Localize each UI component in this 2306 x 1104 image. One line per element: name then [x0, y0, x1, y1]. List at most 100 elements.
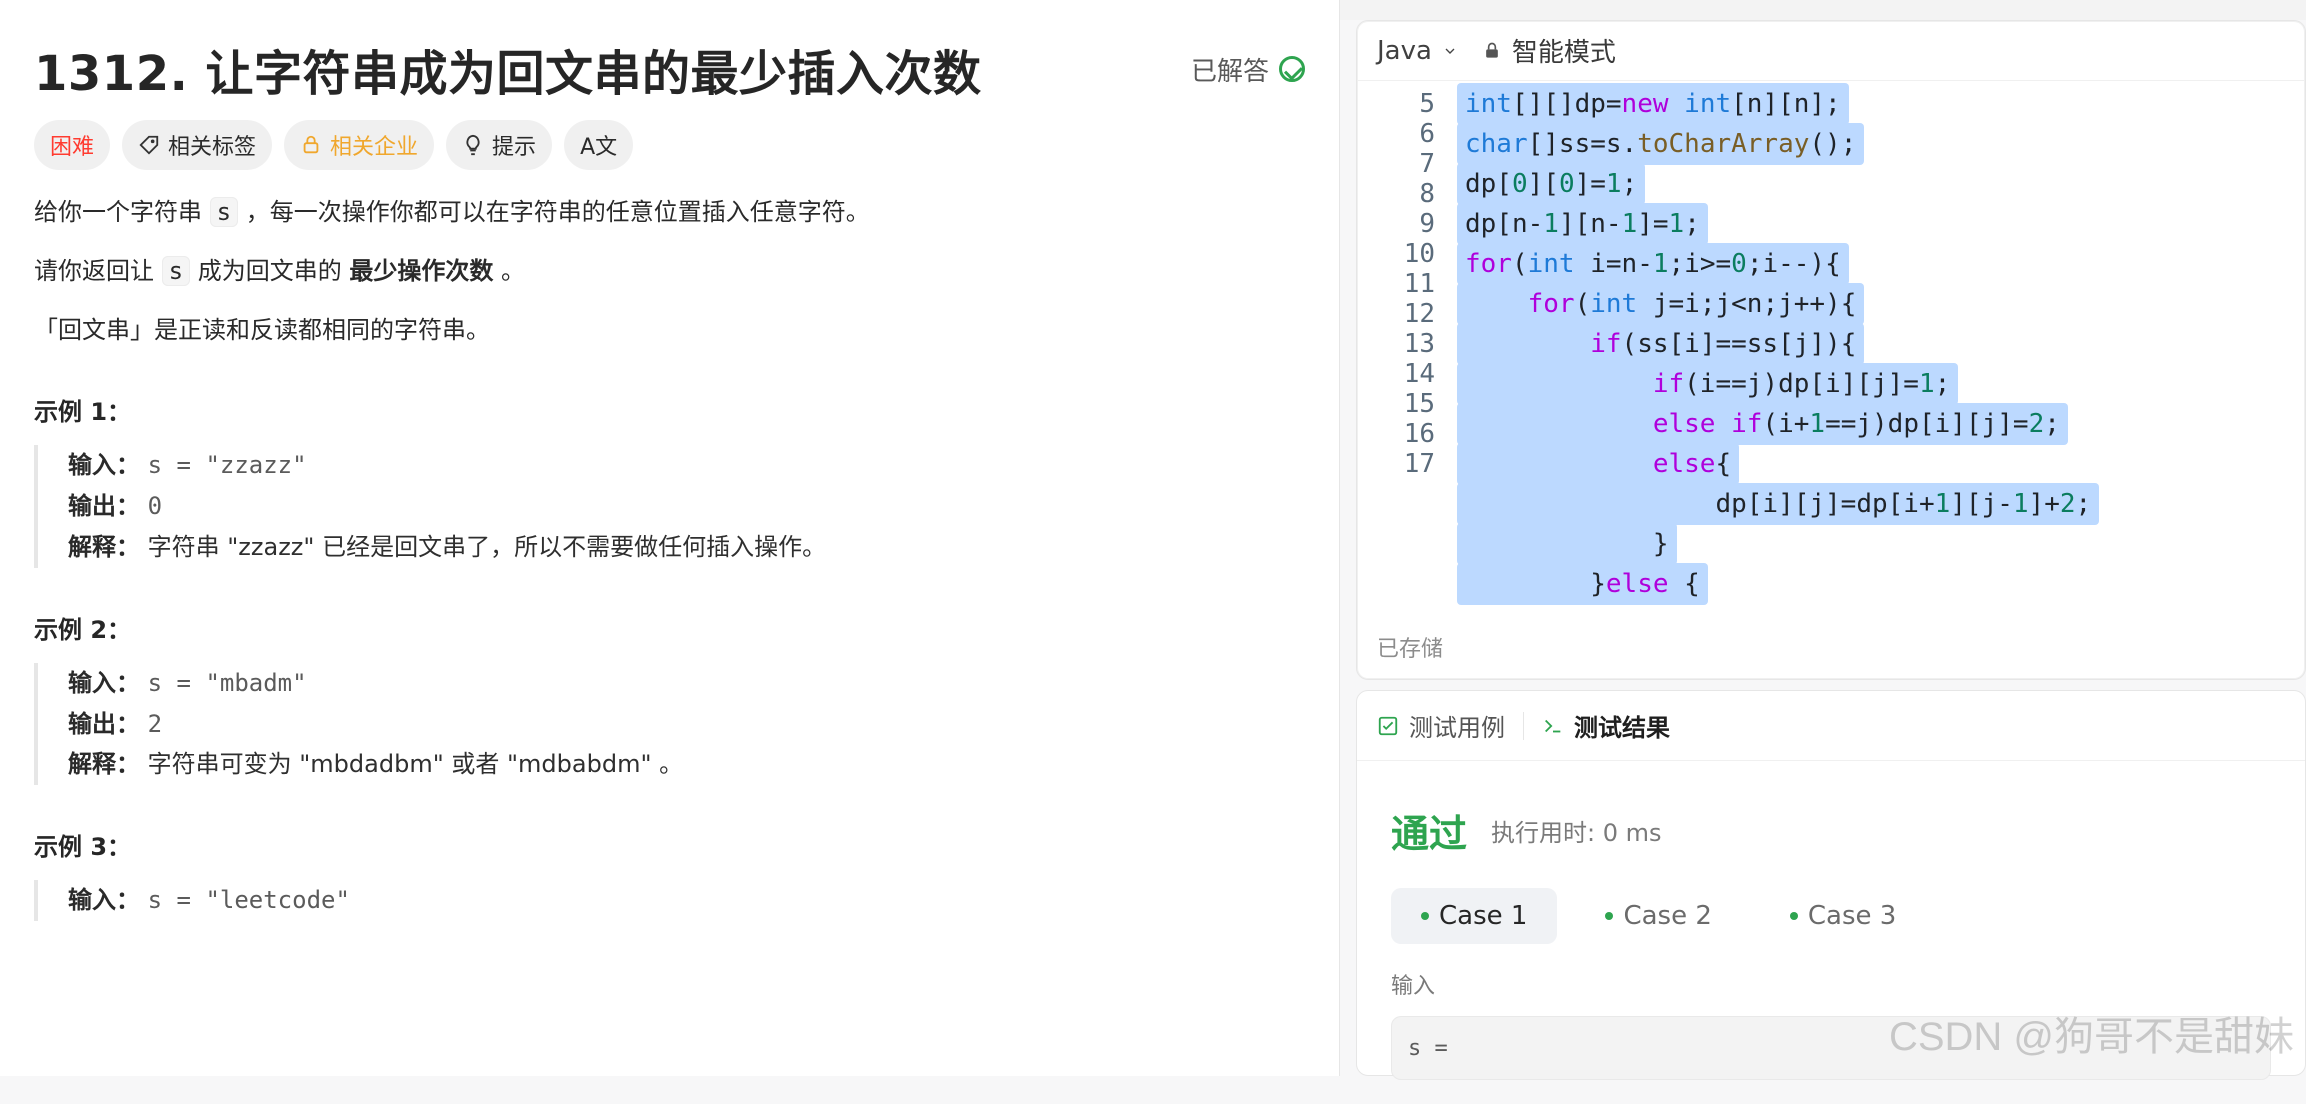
case-status-dot [1605, 912, 1614, 920]
language-select[interactable]: Java [1377, 36, 1458, 66]
terminal-icon [1545, 719, 1561, 732]
tab-testcases-label: 测试用例 [1409, 714, 1505, 742]
line-gutter: 5 6 7 8 9 10 11 12 13 14 15 16 17 [1357, 81, 1457, 619]
checkbox-icon [1378, 716, 1398, 735]
font-toggle-label: A文 [580, 135, 618, 160]
tab-separator [1523, 711, 1524, 740]
label: 输入： [68, 668, 140, 697]
desc-line-1: 给你一个字符串 s ，每一次操作你都可以在字符串的任意位置插入任意字符。 [34, 192, 1305, 233]
case-tab-3[interactable]: Case 3 [1760, 888, 1926, 944]
solved-label: 已解答 [1190, 56, 1269, 87]
label: 输出： [68, 492, 140, 521]
bold-text: 最少操作次数 [349, 256, 494, 285]
example-1-title: 示例 1： [34, 398, 132, 427]
example-1-input: 输入： s = "zzazz" [68, 445, 1305, 486]
example-1-explain: 解释： 字符串 "zzazz" 已经是回文串了，所以不需要做任何插入操作。 [68, 527, 1305, 568]
tag-icon [139, 135, 159, 155]
watermark: CSDN @狗哥不是甜妹 [1888, 1015, 2294, 1059]
example-2-title: 示例 2： [34, 615, 132, 644]
language-label: Java [1377, 35, 1432, 66]
chevron-down-icon [1445, 48, 1455, 54]
hint-button[interactable]: 提示 [446, 120, 553, 170]
line-number: 13 [1403, 329, 1435, 359]
line-number: 10 [1403, 239, 1435, 269]
editor-panel: Java 智能模式 5 6 7 8 9 10 11 12 13 14 15 16 17 int[][]d… [1356, 0, 2306, 1080]
example-2-explain: 解释： 字符串可变为 "mbdadbm" 或者 "mdbabdm" 。 [68, 744, 1305, 785]
tab-results-label: 测试结果 [1574, 714, 1670, 742]
saved-status: 已存储 [1377, 637, 1444, 662]
line-number: 5 [1419, 89, 1435, 119]
code-line[interactable]: }else { [1457, 563, 2305, 609]
desc-line-3: 「回文串」是正读和反读都相同的字符串。 [34, 315, 490, 344]
lightbulb-icon [466, 134, 480, 156]
inline-code: s [161, 255, 191, 286]
related-tags-button[interactable]: 相关标签 [122, 120, 273, 170]
value: s = "zzazz" [147, 451, 307, 480]
example-1: 输入： s = "zzazz" 输出： 0 解释： 字符串 "zzazz" 已经… [34, 445, 1305, 568]
runtime-text: 执行用时: 0 ms [1491, 819, 1662, 847]
value: s = "mbadm" [147, 668, 307, 697]
related-companies-button[interactable]: 相关企业 [284, 120, 435, 170]
line-number: 7 [1419, 149, 1435, 179]
line-number: 15 [1403, 389, 1435, 419]
difficulty-label: 困难 [50, 135, 95, 160]
line-number: 8 [1419, 179, 1435, 209]
example-3: 输入： s = "leetcode" [34, 880, 1305, 921]
problem-description: 给你一个字符串 s ，每一次操作你都可以在字符串的任意位置插入任意字符。 请你返… [34, 192, 1305, 350]
label: 输入： [68, 886, 140, 915]
label: 解释： [68, 532, 140, 561]
example-2: 输入： s = "mbadm" 输出： 2 解释： 字符串可变为 "mbdadb… [34, 662, 1305, 786]
lock-icon [303, 135, 319, 154]
app-root: 1312. 让字符串成为回文串的最少插入次数 已解答 困难 相关标签 相关企业 … [0, 0, 2306, 1080]
line-number: 12 [1403, 299, 1435, 329]
results-tabs: 测试用例 测试结果 [1357, 691, 2305, 761]
text: 请你返回让 [34, 256, 154, 285]
check-circle-icon [1279, 56, 1305, 82]
case-label: Case 1 [1439, 901, 1528, 931]
title-row: 1312. 让字符串成为回文串的最少插入次数 已解答 [34, 24, 1305, 114]
value: 0 [147, 492, 163, 521]
line-number: 11 [1403, 269, 1435, 299]
pass-row: 通过 执行用时: 0 ms [1391, 803, 2271, 858]
mode-toggle[interactable]: 智能模式 [1482, 32, 1616, 69]
line-number: 9 [1419, 209, 1435, 239]
label: 解释： [68, 750, 140, 779]
tab-results[interactable]: 测试结果 [1542, 708, 1670, 743]
example-2-output: 输出： 2 [68, 704, 1305, 745]
status-badge: 通过 [1391, 812, 1468, 856]
solved-badge: 已解答 [1191, 51, 1305, 88]
example-2-input: 输入： s = "mbadm" [68, 663, 1305, 704]
line-number: 14 [1403, 359, 1435, 389]
text: ，每一次操作你都可以在字符串的任意位置插入任意字符。 [245, 198, 870, 226]
code-editor: Java 智能模式 5 6 7 8 9 10 11 12 13 14 15 16 17 int[][]d… [1356, 20, 2306, 680]
value: 2 [147, 709, 163, 738]
example-3-title: 示例 3： [34, 833, 132, 862]
example-1-output: 输出： 0 [68, 486, 1305, 527]
desc-line-2: 请你返回让 s 成为回文串的 最少操作次数 。 [34, 251, 1305, 292]
problem-title: 1312. 让字符串成为回文串的最少插入次数 [34, 46, 982, 102]
label: 输出： [68, 709, 140, 738]
lock-icon [1486, 42, 1498, 58]
editor-body[interactable]: 5 6 7 8 9 10 11 12 13 14 15 16 17 int[][]dp=new int[… [1357, 81, 2305, 619]
example-3-input: 输入： s = "leetcode" [68, 880, 1305, 921]
value: 字符串可变为 "mbdadbm" 或者 "mdbabdm" 。 [147, 750, 684, 779]
case-tab-1[interactable]: Case 1 [1391, 888, 1558, 944]
problem-panel: 1312. 让字符串成为回文串的最少插入次数 已解答 困难 相关标签 相关企业 … [0, 0, 1340, 1076]
inline-code: s [209, 197, 239, 227]
input-section-label: 输入 [1391, 974, 1436, 999]
text: 给你一个字符串 [34, 198, 202, 226]
value: s = "leetcode" [147, 886, 350, 915]
case-tab-2[interactable]: Case 2 [1575, 888, 1741, 944]
case-label: Case 2 [1623, 901, 1712, 931]
tab-testcases[interactable]: 测试用例 [1377, 708, 1505, 743]
case-status-dot [1421, 912, 1429, 920]
line-number: 16 [1403, 419, 1435, 449]
code-area[interactable]: int[][]dp=new int[n][n]; char[]ss=s.toCha… [1457, 81, 2305, 619]
tag-row: 困难 相关标签 相关企业 提示 A文 [34, 120, 1305, 170]
difficulty-tag[interactable]: 困难 [34, 120, 111, 170]
text: 。 [501, 256, 526, 285]
related-companies-label: 相关企业 [330, 135, 419, 160]
font-toggle-button[interactable]: A文 [564, 120, 634, 170]
value: 字符串 "zzazz" 已经是回文串了，所以不需要做任何插入操作。 [147, 532, 827, 561]
line-number: 17 [1403, 449, 1435, 479]
